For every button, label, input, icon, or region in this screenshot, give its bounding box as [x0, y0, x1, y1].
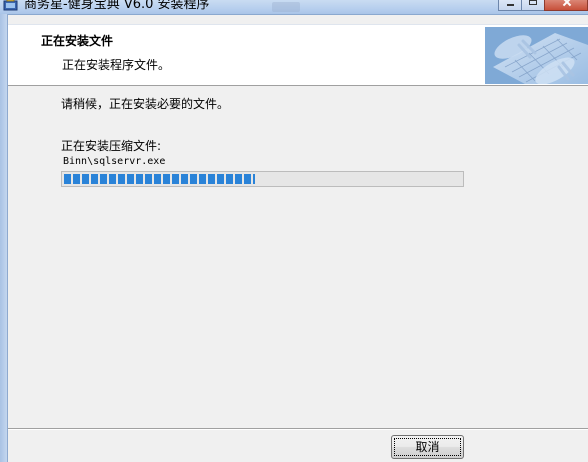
progress-fill [64, 174, 255, 184]
progress-track [64, 174, 461, 184]
installer-window: 商务星-健身宝典 V6.0 安装程序 正在安装文件 正在安装程序文件。 请稍候，… [0, 0, 588, 462]
caption-buttons [498, 0, 588, 12]
page-subtitle: 正在安装程序文件。 [62, 58, 171, 72]
title-bar-reflection [272, 2, 300, 12]
page-title: 正在安装文件 [41, 34, 114, 48]
window-title: 商务星-健身宝典 V6.0 安装程序 [24, 0, 210, 12]
button-area-separator [8, 428, 588, 430]
close-button[interactable] [544, 0, 588, 11]
cancel-button[interactable]: 取消 [391, 435, 464, 459]
window-frame-left [0, 14, 8, 462]
wait-message: 请稍候，正在安装必要的文件。 [61, 97, 230, 111]
minimize-button[interactable] [498, 0, 522, 11]
installer-app-icon [3, 0, 19, 12]
title-bar[interactable]: 商务星-健身宝典 V6.0 安装程序 [0, 0, 588, 15]
maximize-button[interactable] [521, 0, 545, 11]
extract-label: 正在安装压缩文件: [61, 139, 162, 153]
keyboard-hands-image [485, 27, 588, 84]
progress-bar [61, 171, 464, 187]
current-file-path: Binn\sqlservr.exe [63, 156, 166, 167]
header-panel: 正在安装文件 正在安装程序文件。 [8, 25, 588, 86]
